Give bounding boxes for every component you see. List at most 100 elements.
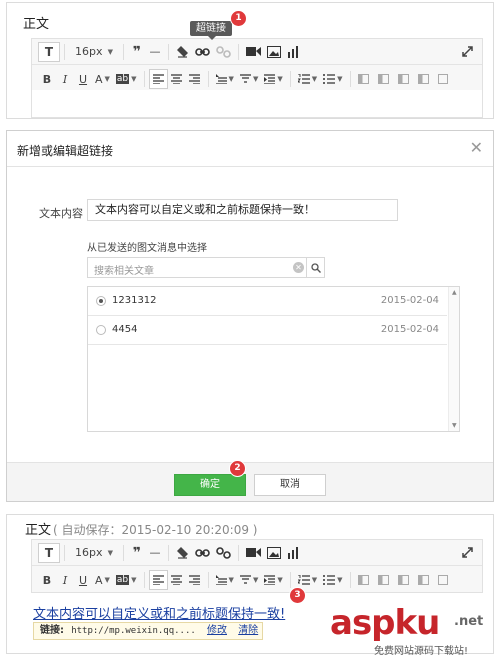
align-center-icon[interactable] [168, 570, 186, 590]
text-content-input[interactable]: 文本内容可以自定义或和之前标题保持一致！ [87, 199, 398, 221]
toolbar-divider [349, 572, 351, 588]
quote-icon[interactable]: ❞ [128, 42, 146, 62]
radio-unselected[interactable] [96, 325, 106, 335]
select-article-label: 从已发送的图文消息中选择 [87, 243, 207, 254]
list-item[interactable]: 4454 2015-02-04 [88, 316, 447, 345]
watermark-logo: aspku .net 免费网站源码下载站! [330, 604, 498, 659]
toolbar-divider [349, 71, 351, 87]
table-icons[interactable] [355, 69, 451, 89]
chart-icon[interactable] [284, 543, 303, 563]
fullscreen-icon[interactable] [458, 543, 476, 563]
chevron-down-icon: ▼ [104, 75, 110, 83]
clear-link-button[interactable]: 清除 [238, 625, 258, 636]
radio-selected[interactable] [96, 296, 106, 306]
underline-icon[interactable]: U [74, 570, 92, 590]
row-spacing-icon[interactable]: ▼ [213, 570, 237, 590]
align-right-icon[interactable] [186, 570, 204, 590]
cancel-button[interactable]: 取消 [254, 474, 326, 496]
editor-content-area[interactable] [31, 90, 483, 118]
horizontal-rule-icon[interactable]: — [146, 42, 164, 62]
scroll-down-icon[interactable]: ▼ [452, 422, 457, 429]
confirm-button[interactable]: 确定 [174, 474, 246, 496]
image-icon[interactable] [264, 42, 284, 62]
table-icons[interactable] [355, 570, 451, 590]
dialog-footer: 确定 取消 [7, 462, 493, 501]
align-center-icon[interactable] [168, 69, 186, 89]
font-color-glyph: A [95, 573, 103, 587]
unlink-icon[interactable] [213, 42, 234, 62]
search-input[interactable]: 搜索相关文章 ✕ [87, 257, 325, 278]
row-spacing-icon[interactable]: ▼ [213, 69, 237, 89]
italic-icon[interactable]: I [56, 570, 74, 590]
search-icon [310, 262, 321, 273]
scroll-up-icon[interactable]: ▲ [452, 289, 457, 296]
underline-icon[interactable]: U [74, 69, 92, 89]
paragraph-spacing-icon[interactable]: ▼ [237, 570, 261, 590]
paragraph-spacing-icon[interactable]: ▼ [237, 69, 261, 89]
font-color-icon[interactable]: A ▼ [92, 570, 113, 590]
toolbar-row-2: B I U A ▼ ab ▼ ▼ ▼ ▼ ▼ ▼ [32, 567, 482, 593]
unordered-list-icon[interactable]: ▼ [320, 69, 345, 89]
toolbar-divider [238, 43, 239, 60]
bold-icon[interactable]: B [38, 69, 56, 89]
align-right-icon[interactable] [186, 69, 204, 89]
search-button[interactable] [306, 257, 324, 278]
video-icon[interactable] [243, 42, 264, 62]
close-icon[interactable]: ✕ [470, 140, 483, 156]
align-left-icon[interactable] [148, 570, 168, 590]
quote-icon[interactable]: ❞ [128, 543, 146, 563]
chevron-down-icon: ▼ [228, 576, 234, 584]
link-popup-label: 链接: [40, 625, 64, 636]
text-icon[interactable]: T [38, 41, 60, 62]
clear-format-icon[interactable] [173, 543, 192, 563]
unlink-icon[interactable] [213, 543, 234, 563]
chart-icon[interactable] [284, 42, 303, 62]
chevron-down-icon: ▼ [131, 576, 137, 584]
list-scrollbar[interactable]: ▲ ▼ [448, 287, 459, 431]
list-item[interactable]: 1231312 2015-02-04 [88, 287, 447, 316]
hyperlink-dialog: 新增或编辑超链接 ✕ 文本内容 文本内容可以自定义或和之前标题保持一致！ 从已发… [6, 130, 494, 502]
ordered-list-icon[interactable]: ▼ [295, 69, 320, 89]
article-date: 2015-02-04 [380, 324, 439, 335]
toolbar-divider [207, 71, 209, 87]
ordered-list-icon[interactable]: ▼ [295, 570, 320, 590]
text-icon[interactable]: T [38, 542, 60, 563]
font-size-select[interactable]: 16px ▼ [69, 543, 119, 563]
hyperlink-text[interactable]: 文本内容可以自定义或和之前标题保持一致! [33, 603, 285, 622]
toolbar-divider [168, 43, 169, 60]
search-placeholder: 搜索相关文章 [94, 266, 154, 277]
article-list: 1231312 2015-02-04 4454 2015-02-04 ▲ ▼ [87, 286, 460, 432]
dialog-title: 新增或编辑超链接 [17, 144, 114, 158]
autosave-status: ( 自动保存：2015-02-10 20:20:09 ) [53, 523, 258, 537]
editor-top-panel: 正文 T 16px ▼ ❞ — B I U A ▼ ab ▼ ▼ ▼ ▼ ▼ ▼ [6, 2, 494, 119]
editor-title-bottom: 正文( 自动保存：2015-02-10 20:20:09 ) [25, 519, 257, 538]
chevron-down-icon: ▼ [252, 75, 259, 83]
video-icon[interactable] [243, 543, 264, 563]
fullscreen-icon[interactable] [458, 42, 476, 62]
step-badge-2: 2 [230, 461, 245, 476]
clear-format-icon[interactable] [173, 42, 192, 62]
clear-search-icon[interactable]: ✕ [293, 262, 304, 273]
toolbar-divider [289, 572, 291, 588]
font-size-select[interactable]: 16px ▼ [69, 42, 119, 62]
watermark-net: .net [454, 614, 484, 629]
unordered-list-icon[interactable]: ▼ [320, 570, 345, 590]
bold-icon[interactable]: B [38, 570, 56, 590]
link-icon[interactable] [192, 42, 213, 62]
italic-icon[interactable]: I [56, 69, 74, 89]
link-icon[interactable] [192, 543, 213, 563]
horizontal-rule-icon[interactable]: — [146, 543, 164, 563]
background-color-icon[interactable]: ab ▼ [113, 570, 140, 590]
image-icon[interactable] [264, 543, 284, 563]
editor-title: 正文 [23, 17, 50, 32]
indent-icon[interactable]: ▼ [261, 69, 285, 89]
align-left-icon[interactable] [148, 69, 168, 89]
font-color-icon[interactable]: A ▼ [92, 69, 113, 89]
chevron-down-icon: ▼ [107, 548, 113, 557]
toolbar-row-2: B I U A ▼ ab ▼ ▼ ▼ ▼ ▼ ▼ [32, 66, 482, 92]
indent-icon[interactable]: ▼ [261, 570, 285, 590]
edit-link-button[interactable]: 修改 [207, 625, 227, 636]
link-popup-url[interactable]: http://mp.weixin.qq.... [71, 626, 196, 636]
toolbar-divider [64, 43, 65, 60]
background-color-icon[interactable]: ab ▼ [113, 69, 140, 89]
